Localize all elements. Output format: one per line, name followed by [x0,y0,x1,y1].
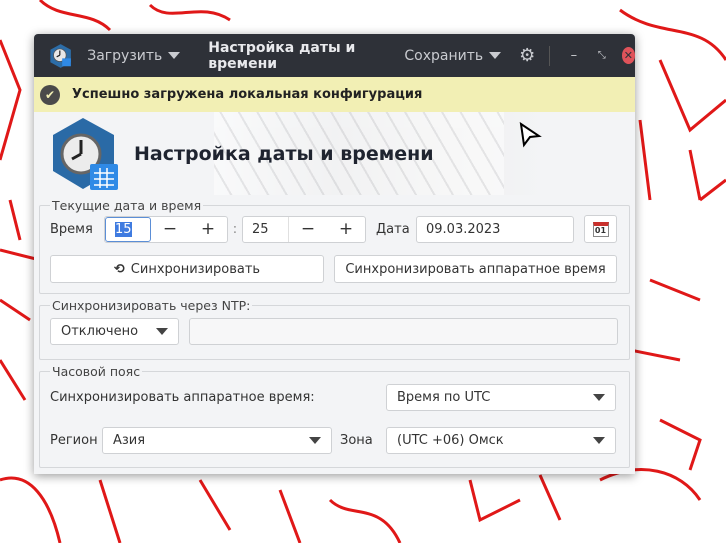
restore-button[interactable]: ⤡ [594,50,610,61]
region-label: Регион [50,433,98,448]
time-separator: : [232,221,238,237]
sync-button[interactable]: ⟲ Синхронизировать [50,255,324,283]
chevron-down-icon [156,328,168,335]
minutes-plus-button[interactable]: + [327,217,365,242]
ntp-group: Синхронизировать через NTP: Отключено [39,298,630,360]
check-icon: ✔ [40,84,60,105]
ntp-mode-dropdown[interactable]: Отключено [50,318,179,345]
hours-plus-button[interactable]: + [189,217,227,242]
date-value: 09.03.2023 [426,221,501,237]
page-title: Настройка даты и времени [134,142,434,165]
zone-dropdown[interactable]: (UTC +06) Омск [386,427,616,454]
region-value: Азия [113,433,146,448]
load-menu[interactable]: Загрузить [87,47,181,64]
ntp-server-input[interactable] [189,318,618,345]
hw-clock-dropdown[interactable]: Время по UTC [386,384,616,411]
region-dropdown[interactable]: Азия [102,427,332,454]
hours-value[interactable]: 15 [115,221,132,237]
minutes-value[interactable]: 25 [252,222,269,237]
sync-icon: ⟲ [113,261,125,277]
hours-minus-button[interactable]: − [151,217,189,242]
minutes-minus-button[interactable]: − [289,217,327,242]
sync-label: Синхронизировать [130,261,261,277]
titlebar: Загрузить Настройка даты и времени Сохра… [34,34,635,77]
window-title: Настройка даты и времени [208,39,356,72]
load-label: Загрузить [87,47,163,64]
save-label: Сохранить [404,47,484,64]
hw-clock-label: Синхронизировать аппаратное время: [50,390,315,405]
gear-icon[interactable]: ⚙ [519,45,535,66]
current-datetime-group: Текущие дата и время Время 15− + : 25− + Д… [39,198,630,294]
zone-value: (UTC +06) Омск [397,433,504,448]
minutes-spinbox[interactable]: 25 − + [242,215,366,243]
minimize-button[interactable]: – [566,48,582,63]
chevron-down-icon [309,437,321,444]
mouse-cursor-icon [519,122,542,148]
time-label: Время [50,221,93,237]
sync-hardware-label: Синхронизировать аппаратное время [345,261,606,277]
group-legend: Часовой пояс [52,364,141,379]
chevron-down-icon [593,437,605,444]
date-input[interactable]: 09.03.2023 [416,215,574,243]
calendar-icon: 01 [592,221,609,237]
app-clock-icon [50,43,71,68]
separator [549,45,551,66]
save-menu[interactable]: Сохранить [404,47,502,64]
chevron-down-icon [168,52,181,59]
chevron-down-icon [489,52,502,59]
status-message: Успешно загружена локальная конфигурация [72,87,423,102]
header: Настройка даты и времени [34,112,635,195]
zone-label: Зона [340,433,373,448]
timezone-group: Часовой пояс Синхронизировать аппаратное… [39,364,630,468]
group-legend: Текущие дата и время [52,198,202,213]
date-time-window: Загрузить Настройка даты и времени Сохра… [34,34,635,474]
status-banner: ✔ Успешно загружена локальная конфигураци… [34,77,635,112]
close-button[interactable]: ✕ [621,47,635,64]
hours-spinbox[interactable]: 15 − + [104,215,228,243]
hw-clock-value: Время по UTC [397,390,491,405]
group-legend: Синхронизировать через NTP: [52,298,251,313]
clock-calendar-icon [53,117,118,190]
sync-hardware-button[interactable]: Синхронизировать аппаратное время [334,255,617,283]
calendar-button[interactable]: 01 [584,215,617,243]
ntp-mode-value: Отключено [61,324,139,339]
date-label: Дата [376,221,410,237]
chevron-down-icon [593,394,605,401]
